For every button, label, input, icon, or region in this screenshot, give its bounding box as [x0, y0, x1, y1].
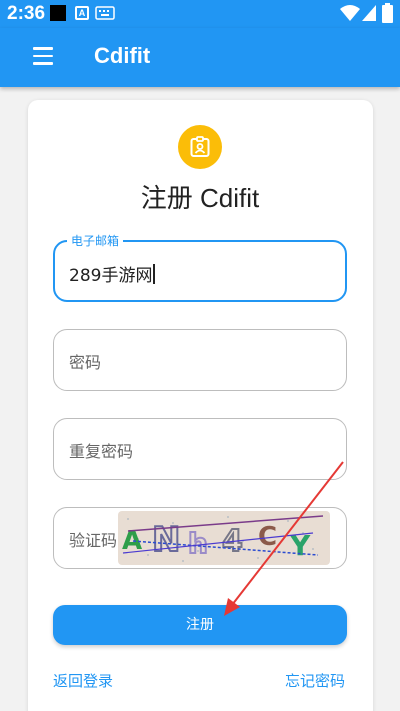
password-placeholder: 密码 [69, 353, 102, 372]
password-field[interactable]: 密码 [53, 329, 347, 391]
contact-badge-icon [178, 125, 222, 169]
status-time: 2:36 [7, 3, 46, 24]
app-bar: Cdifit [0, 28, 400, 87]
captcha-placeholder: 验证码 [69, 531, 118, 550]
app-title: Cdifit [94, 43, 151, 68]
captcha-image[interactable]: A N h 4 C Y [118, 511, 330, 565]
notification-app-icon [50, 5, 66, 21]
register-button[interactable]: 注册 [53, 605, 347, 645]
status-bar: 2:36 A [0, 0, 400, 28]
page-title: 注册 Cdifit [140, 183, 260, 213]
confirm-password-placeholder: 重复密码 [69, 442, 134, 461]
email-value: 289手游网 [69, 266, 153, 286]
text-cursor [153, 263, 155, 284]
keyboard-icon [95, 6, 115, 20]
email-field[interactable]: 电子邮箱 289手游网 [53, 232, 347, 302]
confirm-password-field[interactable]: 重复密码 [53, 418, 347, 480]
email-label: 电子邮箱 [67, 232, 124, 249]
svg-text:h: h [188, 527, 208, 560]
signal-icon [362, 5, 376, 21]
hamburger-menu-icon[interactable] [33, 47, 55, 67]
notification-a-icon: A [75, 6, 89, 20]
battery-icon [382, 3, 393, 23]
forgot-password-link[interactable]: 忘记密码 [285, 670, 345, 691]
back-to-login-link[interactable]: 返回登录 [53, 670, 113, 691]
svg-text:N: N [152, 520, 180, 560]
wifi-icon [340, 5, 360, 21]
